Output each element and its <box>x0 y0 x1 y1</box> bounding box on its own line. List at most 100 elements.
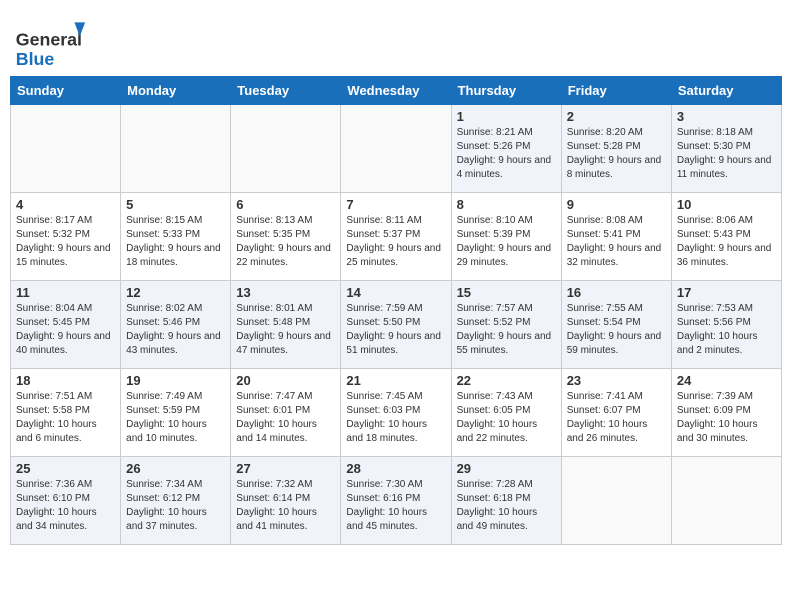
day-number: 18 <box>16 373 115 388</box>
day-info: Sunrise: 7:41 AM Sunset: 6:07 PM Dayligh… <box>567 390 666 446</box>
calendar-day-cell: 5 Sunrise: 8:15 AM Sunset: 5:33 PM Daylig… <box>121 193 231 281</box>
calendar-day-cell: 4 Sunrise: 8:17 AM Sunset: 5:32 PM Daylig… <box>11 193 121 281</box>
calendar-week-row: 18 Sunrise: 7:51 AM Sunset: 5:58 PM Dayli… <box>11 369 782 457</box>
day-number: 28 <box>346 461 445 476</box>
day-info: Sunrise: 8:18 AM Sunset: 5:30 PM Dayligh… <box>677 126 776 182</box>
day-info: Sunrise: 7:32 AM Sunset: 6:14 PM Dayligh… <box>236 478 335 534</box>
day-info: Sunrise: 8:17 AM Sunset: 5:32 PM Dayligh… <box>16 214 115 270</box>
day-number: 17 <box>677 285 776 300</box>
calendar-day-cell: 10 Sunrise: 8:06 AM Sunset: 5:43 PM Dayli… <box>671 193 781 281</box>
day-number: 11 <box>16 285 115 300</box>
calendar-day-cell <box>561 457 671 545</box>
logo: General Blue <box>14 20 94 70</box>
day-info: Sunrise: 7:53 AM Sunset: 5:56 PM Dayligh… <box>677 302 776 358</box>
calendar-day-cell <box>11 105 121 193</box>
day-info: Sunrise: 8:01 AM Sunset: 5:48 PM Dayligh… <box>236 302 335 358</box>
day-number: 6 <box>236 197 335 212</box>
day-number: 26 <box>126 461 225 476</box>
day-number: 8 <box>457 197 556 212</box>
calendar-day-cell: 20Sunrise: 7:47 AM Sunset: 6:01 PM Dayli… <box>231 369 341 457</box>
day-number: 19 <box>126 373 225 388</box>
day-info: Sunrise: 8:13 AM Sunset: 5:35 PM Dayligh… <box>236 214 335 270</box>
day-info: Sunrise: 7:55 AM Sunset: 5:54 PM Dayligh… <box>567 302 666 358</box>
day-info: Sunrise: 7:39 AM Sunset: 6:09 PM Dayligh… <box>677 390 776 446</box>
calendar-day-cell: 13 Sunrise: 8:01 AM Sunset: 5:48 PM Dayli… <box>231 281 341 369</box>
day-number: 24 <box>677 373 776 388</box>
day-number: 23 <box>567 373 666 388</box>
calendar-day-cell <box>121 105 231 193</box>
day-number: 16 <box>567 285 666 300</box>
day-number: 2 <box>567 109 666 124</box>
day-number: 25 <box>16 461 115 476</box>
calendar-day-cell: 2 Sunrise: 8:20 AM Sunset: 5:28 PM Daylig… <box>561 105 671 193</box>
calendar-week-row: 1 Sunrise: 8:21 AM Sunset: 5:26 PM Daylig… <box>11 105 782 193</box>
day-number: 13 <box>236 285 335 300</box>
day-number: 12 <box>126 285 225 300</box>
calendar-day-cell: 9 Sunrise: 8:08 AM Sunset: 5:41 PM Daylig… <box>561 193 671 281</box>
svg-text:Blue: Blue <box>16 49 55 69</box>
day-info: Sunrise: 8:04 AM Sunset: 5:45 PM Dayligh… <box>16 302 115 358</box>
day-info: Sunrise: 7:43 AM Sunset: 6:05 PM Dayligh… <box>457 390 556 446</box>
day-of-week-header: Sunday <box>11 77 121 105</box>
logo-svg: General Blue <box>14 20 94 70</box>
day-number: 15 <box>457 285 556 300</box>
day-info: Sunrise: 7:30 AM Sunset: 6:16 PM Dayligh… <box>346 478 445 534</box>
day-info: Sunrise: 7:36 AM Sunset: 6:10 PM Dayligh… <box>16 478 115 534</box>
calendar-day-cell: 17 Sunrise: 7:53 AM Sunset: 5:56 PM Dayli… <box>671 281 781 369</box>
calendar-day-cell: 12Sunrise: 8:02 AM Sunset: 5:46 PM Dayli… <box>121 281 231 369</box>
day-number: 9 <box>567 197 666 212</box>
calendar-day-cell: 25 Sunrise: 7:36 AM Sunset: 6:10 PM Dayli… <box>11 457 121 545</box>
calendar-day-cell: 21Sunrise: 7:45 AM Sunset: 6:03 PM Dayli… <box>341 369 451 457</box>
day-of-week-header: Monday <box>121 77 231 105</box>
day-number: 29 <box>457 461 556 476</box>
day-info: Sunrise: 7:59 AM Sunset: 5:50 PM Dayligh… <box>346 302 445 358</box>
day-number: 10 <box>677 197 776 212</box>
day-number: 27 <box>236 461 335 476</box>
day-info: Sunrise: 8:15 AM Sunset: 5:33 PM Dayligh… <box>126 214 225 270</box>
day-info: Sunrise: 7:47 AM Sunset: 6:01 PM Dayligh… <box>236 390 335 446</box>
day-info: Sunrise: 7:49 AM Sunset: 5:59 PM Dayligh… <box>126 390 225 446</box>
calendar-day-cell: 26 Sunrise: 7:34 AM Sunset: 6:12 PM Dayli… <box>121 457 231 545</box>
day-number: 22 <box>457 373 556 388</box>
day-number: 5 <box>126 197 225 212</box>
calendar-week-row: 4 Sunrise: 8:17 AM Sunset: 5:32 PM Daylig… <box>11 193 782 281</box>
page-header: General Blue <box>10 10 782 70</box>
day-number: 1 <box>457 109 556 124</box>
calendar-day-cell: 1 Sunrise: 8:21 AM Sunset: 5:26 PM Daylig… <box>451 105 561 193</box>
calendar-week-row: 11 Sunrise: 8:04 AM Sunset: 5:45 PM Dayli… <box>11 281 782 369</box>
day-info: Sunrise: 8:11 AM Sunset: 5:37 PM Dayligh… <box>346 214 445 270</box>
calendar-day-cell: 23 Sunrise: 7:41 AM Sunset: 6:07 PM Dayli… <box>561 369 671 457</box>
day-info: Sunrise: 8:20 AM Sunset: 5:28 PM Dayligh… <box>567 126 666 182</box>
calendar-day-cell: 6 Sunrise: 8:13 AM Sunset: 5:35 PM Daylig… <box>231 193 341 281</box>
day-number: 4 <box>16 197 115 212</box>
day-info: Sunrise: 8:10 AM Sunset: 5:39 PM Dayligh… <box>457 214 556 270</box>
calendar-table: SundayMondayTuesdayWednesdayThursdayFrid… <box>10 76 782 545</box>
day-info: Sunrise: 8:06 AM Sunset: 5:43 PM Dayligh… <box>677 214 776 270</box>
calendar-day-cell: 27 Sunrise: 7:32 AM Sunset: 6:14 PM Dayli… <box>231 457 341 545</box>
day-of-week-header: Saturday <box>671 77 781 105</box>
day-number: 14 <box>346 285 445 300</box>
day-number: 7 <box>346 197 445 212</box>
day-info: Sunrise: 7:57 AM Sunset: 5:52 PM Dayligh… <box>457 302 556 358</box>
day-info: Sunrise: 7:51 AM Sunset: 5:58 PM Dayligh… <box>16 390 115 446</box>
svg-text:General: General <box>16 29 82 49</box>
calendar-day-cell: 28 Sunrise: 7:30 AM Sunset: 6:16 PM Dayli… <box>341 457 451 545</box>
day-of-week-header: Wednesday <box>341 77 451 105</box>
calendar-day-cell: 22 Sunrise: 7:43 AM Sunset: 6:05 PM Dayli… <box>451 369 561 457</box>
calendar-week-row: 25 Sunrise: 7:36 AM Sunset: 6:10 PM Dayli… <box>11 457 782 545</box>
day-info: Sunrise: 8:08 AM Sunset: 5:41 PM Dayligh… <box>567 214 666 270</box>
day-info: Sunrise: 8:21 AM Sunset: 5:26 PM Dayligh… <box>457 126 556 182</box>
day-number: 21 <box>346 373 445 388</box>
day-number: 3 <box>677 109 776 124</box>
calendar-day-cell: 8 Sunrise: 8:10 AM Sunset: 5:39 PM Daylig… <box>451 193 561 281</box>
calendar-day-cell <box>341 105 451 193</box>
calendar-day-cell: 24 Sunrise: 7:39 AM Sunset: 6:09 PM Dayli… <box>671 369 781 457</box>
calendar-day-cell: 16 Sunrise: 7:55 AM Sunset: 5:54 PM Dayli… <box>561 281 671 369</box>
day-info: Sunrise: 7:34 AM Sunset: 6:12 PM Dayligh… <box>126 478 225 534</box>
calendar-day-cell: 15 Sunrise: 7:57 AM Sunset: 5:52 PM Dayli… <box>451 281 561 369</box>
calendar-day-cell <box>671 457 781 545</box>
day-of-week-header: Friday <box>561 77 671 105</box>
calendar-day-cell: 7 Sunrise: 8:11 AM Sunset: 5:37 PM Daylig… <box>341 193 451 281</box>
calendar-day-cell: 3 Sunrise: 8:18 AM Sunset: 5:30 PM Daylig… <box>671 105 781 193</box>
calendar-day-cell: 14 Sunrise: 7:59 AM Sunset: 5:50 PM Dayli… <box>341 281 451 369</box>
